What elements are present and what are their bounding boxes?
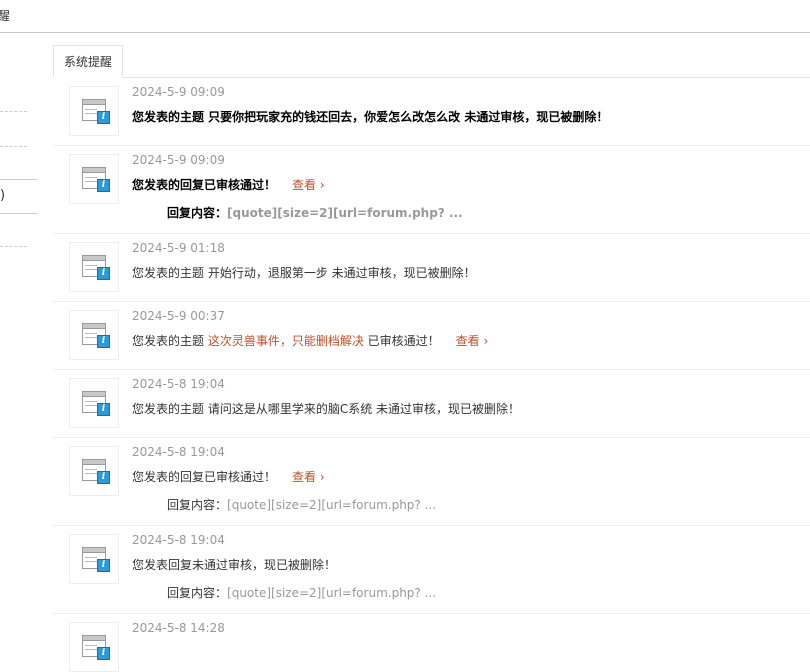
notice-item: i 2024-5-9 01:18 您发表的主题 开始行动，退服第一步 未通过审核… [53,234,810,302]
sidebar-divider [0,111,27,112]
notice-time: 2024-5-8 19:04 [132,445,225,459]
system-notice-icon: i [69,622,119,672]
sidebar-divider [0,246,27,247]
notice-item: i 2024-5-8 19:04 您发表回复未通过审核，现已被删除！ 回复内容：… [53,526,810,614]
system-notice-icon: i [69,86,119,136]
reply-content: 回复内容：[quote][size=2][url=forum.php? ... [167,204,463,221]
notice-item: i 2024-5-9 09:09 您发表的回复已审核通过！ 查看 › 回复内容：[… [53,146,810,234]
notice-time: 2024-5-9 09:09 [132,85,225,99]
sidebar-divider [0,213,37,214]
system-notice-icon: i [69,378,119,428]
reply-label: 回复内容： [167,586,228,600]
notice-text: 您发表的回复已审核通过！ 查看 › [132,178,325,192]
notice-item: i 2024-5-9 00:37 您发表的主题 这次灵兽事件，只能删档解决 已审… [53,302,810,370]
notice-text: 您发表的主题 请问这是从哪里学来的脑C系统 未通过审核，现已被删除！ [132,402,521,416]
reply-label: 回复内容： [167,498,228,512]
reply-quote: [quote][size=2][url=forum.php? ... [227,498,437,512]
notice-time: 2024-5-8 19:04 [132,377,225,391]
reply-label: 回复内容： [167,206,228,220]
notice-text: 您发表的主题 只要你把玩家充的钱还回去，你爱怎么改怎么改 未通过审核，现已被删除… [132,110,609,124]
thread-link[interactable]: 这次灵兽事件，只能删档解决 [208,334,364,348]
notice-time: 2024-5-9 01:18 [132,241,225,255]
reply-quote: [quote][size=2][url=forum.php? ... [227,586,437,600]
notice-time: 2024-5-8 19:04 [132,533,225,547]
reply-content: 回复内容：[quote][size=2][url=forum.php? ... [167,584,436,601]
system-notice-icon: i [69,446,119,496]
notice-time: 2024-5-8 14:28 [132,621,225,635]
system-notice-icon: i [69,242,119,292]
view-link[interactable]: 查看 › [456,334,489,348]
reply-content: 回复内容：[quote][size=2][url=forum.php? ... [167,496,436,513]
sidebar-item-label[interactable]: ) [0,188,5,203]
system-notice-icon: i [69,310,119,360]
notice-text: 您发表的主题 开始行动，退服第一步 未通过审核，现已被删除！ [132,266,476,280]
system-notice-icon: i [69,154,119,204]
notice-item: i 2024-5-8 14:28 [53,614,810,672]
view-link[interactable]: 查看 › [292,178,325,192]
top-bar: 醒 [0,0,810,33]
notice-text: 您发表的主题 这次灵兽事件，只能删档解决 已审核通过！ 查看 › [132,334,489,348]
view-link[interactable]: 查看 › [292,470,325,484]
tab-bar: 系统提醒 [53,45,810,78]
notice-item: i 2024-5-9 09:09 您发表的主题 只要你把玩家充的钱还回去，你爱怎… [53,78,810,146]
notice-item: i 2024-5-8 19:04 您发表的回复已审核通过！ 查看 › 回复内容：[… [53,438,810,526]
notice-text: 您发表的回复已审核通过！ 查看 › [132,470,325,484]
notice-panel: 系统提醒 i 2024-5-9 09:09 您发表的主题 只要你把玩家充的钱还回… [53,34,810,672]
notice-time: 2024-5-9 00:37 [132,309,225,323]
notice-time: 2024-5-9 09:09 [132,153,225,167]
reply-quote: [quote][size=2][url=forum.php? ... [227,206,463,220]
system-notice-icon: i [69,534,119,584]
sidebar-divider [0,146,27,147]
sidebar: ) [0,34,40,643]
notice-text: 您发表回复未通过审核，现已被删除！ [132,558,337,572]
breadcrumb: 醒 [0,9,11,23]
tab-system-notice[interactable]: 系统提醒 [53,45,123,78]
sidebar-divider [0,179,37,180]
notice-item: i 2024-5-8 19:04 您发表的主题 请问这是从哪里学来的脑C系统 未… [53,370,810,438]
